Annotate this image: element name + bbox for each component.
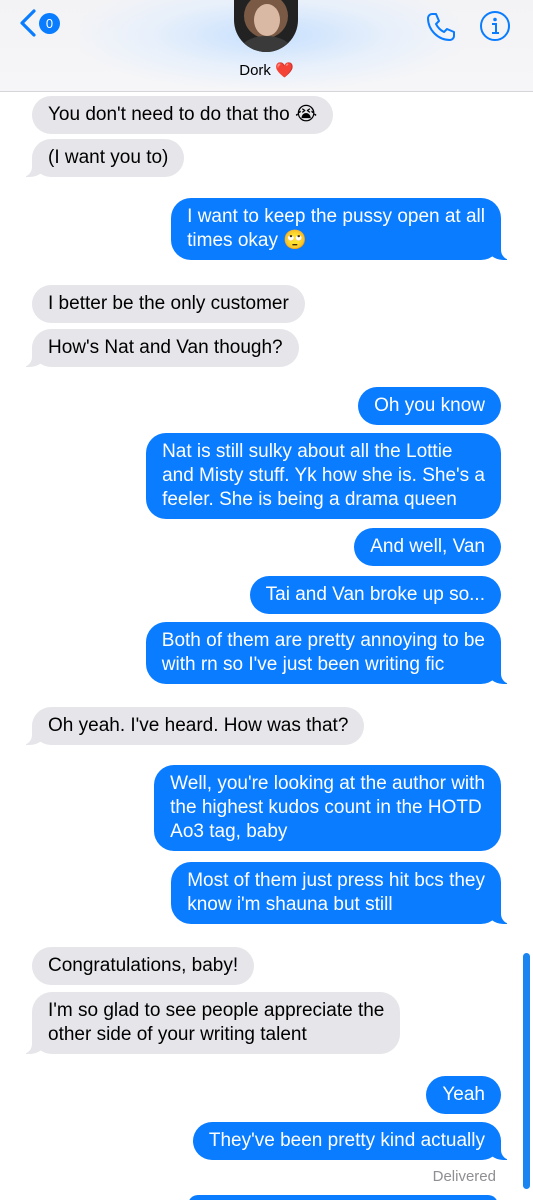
message-incoming[interactable]: (I want you to) (21, 139, 185, 177)
phone-icon[interactable] (424, 10, 458, 44)
message-incoming[interactable]: You don't need to do that tho 😭 (32, 96, 334, 134)
contact-name-text: Dork (239, 62, 271, 79)
info-icon[interactable] (479, 10, 511, 42)
message-outgoing[interactable]: Most of them just press hit bcs they kno… (171, 862, 511, 924)
message-incoming[interactable]: Oh yeah. I've heard. How was that? (21, 707, 365, 745)
conversation-header: 0 Dork ❤️ (0, 0, 533, 92)
message-outgoing[interactable]: They've been pretty kind actually (192, 1122, 512, 1160)
message-outgoing[interactable]: Yeah (426, 1076, 501, 1114)
scrollbar[interactable] (523, 953, 530, 1189)
message-outgoing[interactable]: I want to keep the pussy open at all tim… (171, 198, 511, 260)
heart-emoji: ❤️ (275, 62, 294, 79)
message-outgoing[interactable]: Tai and Van broke up so... (249, 576, 501, 614)
contact-name[interactable]: Dork ❤️ (0, 61, 533, 79)
unread-badge: 0 (39, 12, 60, 34)
message-outgoing[interactable]: And well, Van (354, 528, 501, 566)
message-outgoing[interactable]: Both of them are pretty annoying to be w… (145, 622, 512, 684)
chevron-left-icon (20, 9, 36, 37)
avatar[interactable] (234, 0, 298, 52)
delivered-status: Delivered (432, 1168, 496, 1185)
back-button[interactable]: 0 (18, 8, 60, 38)
message-outgoing-partial[interactable] (188, 1195, 498, 1200)
message-outgoing[interactable]: Well, you're looking at the author with … (154, 765, 501, 851)
message-incoming[interactable]: Congratulations, baby! (32, 947, 255, 985)
message-outgoing[interactable]: Nat is still sulky about all the Lottie … (146, 433, 501, 519)
message-incoming[interactable]: I better be the only customer (32, 285, 305, 323)
messages-app: 0 Dork ❤️ You don't need to do that tho … (0, 0, 533, 1200)
message-incoming[interactable]: How's Nat and Van though? (22, 329, 299, 367)
message-incoming[interactable]: I'm so glad to see people appreciate the… (21, 992, 401, 1054)
message-outgoing[interactable]: Oh you know (358, 387, 501, 425)
